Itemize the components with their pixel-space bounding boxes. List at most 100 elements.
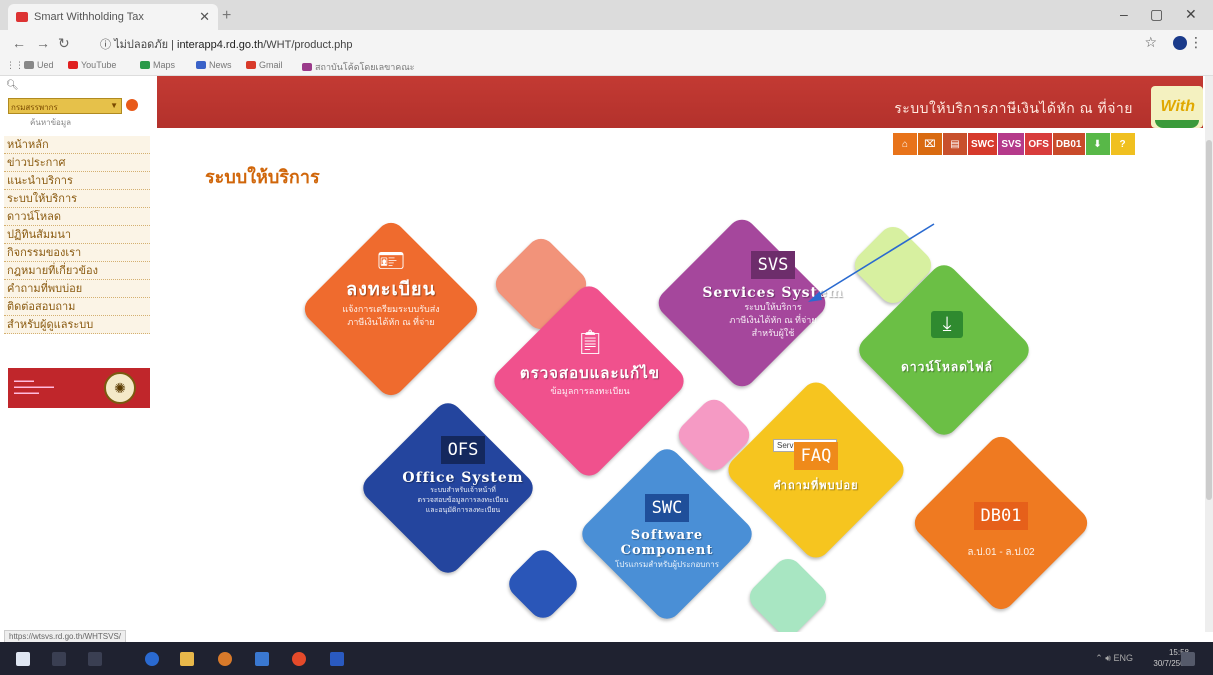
svs-sub1: ระบบให้บริการ bbox=[744, 302, 802, 312]
swc-tile[interactable]: SWC Software Component โปรแกรมสำหรับผู้ป… bbox=[583, 494, 751, 571]
svs-badge: SVS bbox=[750, 251, 796, 279]
maps-icon bbox=[140, 61, 150, 69]
card-icon[interactable]: ▤ bbox=[943, 133, 967, 155]
bookmark-item[interactable]: Ued bbox=[24, 60, 54, 70]
bookmark-item[interactable]: YouTube bbox=[68, 60, 116, 70]
bookmark-item[interactable]: Maps bbox=[140, 60, 175, 70]
site-title: ระบบให้บริการภาษีเงินได้หัก ณ ที่จ่าย bbox=[894, 100, 1133, 116]
file-explorer-icon[interactable] bbox=[180, 652, 194, 666]
search-icon[interactable] bbox=[52, 652, 66, 666]
agency-select[interactable]: กรมสรรพากร ▼ bbox=[8, 98, 122, 114]
edge-icon[interactable] bbox=[145, 652, 159, 666]
bookmark-icon bbox=[24, 61, 34, 69]
home-icon[interactable]: ⌂ bbox=[893, 133, 917, 155]
faq-icon[interactable]: ? bbox=[1110, 133, 1135, 155]
store-icon[interactable] bbox=[255, 652, 269, 666]
sidebar-item-activities[interactable]: กิจกรรมของเรา bbox=[4, 244, 150, 262]
news-icon bbox=[196, 61, 206, 69]
ofs-badge: OFS bbox=[440, 436, 486, 464]
scrollbar-thumb[interactable] bbox=[1206, 140, 1212, 500]
register-tile[interactable]: 🪪︎ ลงทะเบียน แจ้งการเตรียมระบบรับส่ง ภาษ… bbox=[328, 248, 454, 329]
swc-sub1: โปรแกรมสำหรับผู้ประกอบการ bbox=[615, 560, 719, 569]
bookmark-item[interactable]: Gmail bbox=[246, 60, 283, 70]
url-field[interactable]: ⓘ ไม่ปลอดภัย | interapp4.rd.go.th/WHT/pr… bbox=[100, 35, 353, 53]
download-tile[interactable]: ⤓ ดาวน์โหลดไฟล์ bbox=[892, 311, 1002, 377]
svs-title: Services System bbox=[702, 285, 844, 301]
swc-badge: SWC bbox=[644, 494, 690, 522]
back-icon[interactable]: ← bbox=[12, 35, 26, 51]
verify-sub1: ข้อมูลการลงทะเบียน bbox=[550, 386, 630, 396]
minimize-icon[interactable]: – bbox=[1120, 6, 1128, 22]
windows-start-icon[interactable] bbox=[16, 652, 30, 666]
sidebar-item-admin[interactable]: สำหรับผู้ดูแลระบบ bbox=[4, 316, 150, 334]
sidebar-item-service-system[interactable]: ระบบให้บริการ bbox=[4, 190, 150, 208]
register-icon[interactable]: ⌧ bbox=[918, 133, 942, 155]
sidebar-item-faq[interactable]: คำถามที่พบบ่อย bbox=[4, 280, 150, 298]
new-tab-button[interactable]: + bbox=[222, 7, 231, 25]
chrome-icon[interactable] bbox=[292, 652, 306, 666]
system-tray[interactable]: ⌃ 🔊︎ ENG bbox=[1095, 653, 1133, 664]
bookmark-label: Gmail bbox=[259, 60, 283, 70]
sidebar-item-seminar-calendar[interactable]: ปฏิทินสัมมนา bbox=[4, 226, 150, 244]
reload-icon[interactable]: ↻ bbox=[58, 35, 70, 52]
sidebar-item-services-intro[interactable]: แนะนำบริการ bbox=[4, 172, 150, 190]
profile-avatar[interactable] bbox=[1173, 36, 1187, 50]
revenue-department-seal-icon: ✺ bbox=[104, 372, 136, 404]
sidebar-item-download[interactable]: ดาวน์โหลด bbox=[4, 208, 150, 226]
register-sub1: แจ้งการเตรียมระบบรับส่ง bbox=[342, 304, 440, 314]
task-view-icon[interactable] bbox=[88, 652, 102, 666]
ofs-sub1: ระบบสำหรับเจ้าหน้าที่ bbox=[430, 487, 496, 494]
close-tab-icon[interactable]: ✕ bbox=[199, 9, 210, 25]
download-icon[interactable]: ⬇ bbox=[1085, 133, 1110, 155]
app-icon[interactable] bbox=[330, 652, 344, 666]
register-sub2: ภาษีเงินได้หัก ณ ที่จ่าย bbox=[347, 317, 435, 327]
sidebar-item-laws[interactable]: กฎหมายที่เกี่ยวข้อง bbox=[4, 262, 150, 280]
forward-icon[interactable]: → bbox=[36, 35, 50, 51]
ofs-tile[interactable]: OFS Office System ระบบสำหรับเจ้าหน้าที่ … bbox=[388, 436, 538, 516]
bookmarks-bar: ⋮⋮⋮ Ued YouTube Maps News Gmail สถาบันโค… bbox=[0, 56, 1213, 76]
checklist-icon: 📋︎ bbox=[574, 329, 606, 356]
bookmark-item[interactable]: สถาบันโค้ดโดยเลขาคณะ bbox=[302, 60, 415, 74]
sidebar-item-home[interactable]: หน้าหลัก bbox=[4, 136, 150, 154]
youtube-icon bbox=[68, 61, 78, 69]
db01-button[interactable]: DB01 bbox=[1052, 133, 1085, 155]
input-language: ENG bbox=[1113, 653, 1133, 663]
browser-tab[interactable]: Smart Withholding Tax ✕ bbox=[8, 4, 218, 30]
rd-banner[interactable]: ▬▬▬▬ ▬▬▬▬▬▬▬▬ ▬▬▬▬▬ ✺ bbox=[8, 368, 150, 408]
address-bar: ← → ↻ ⓘ ไม่ปลอดภัย | interapp4.rd.go.th/… bbox=[0, 30, 1213, 56]
svs-button[interactable]: SVS bbox=[998, 133, 1025, 155]
svs-sub3: สำหรับผู้ใช้ bbox=[751, 328, 795, 338]
ofs-button[interactable]: OFS bbox=[1025, 133, 1052, 155]
verify-tile[interactable]: 📋︎ ตรวจสอบและแก้ไข ข้อมูลการลงทะเบียน bbox=[510, 328, 670, 398]
db01-tile[interactable]: DB01 ล.ป.01 - ล.ป.02 bbox=[956, 502, 1046, 559]
faq-tile[interactable]: FAQ คำถามที่พบบ่อย bbox=[770, 442, 862, 494]
sidebar-menu: หน้าหลัก ข่าวประกาศ แนะนำบริการ ระบบให้บ… bbox=[4, 136, 150, 334]
windows-taskbar: ⌃ 🔊︎ ENG 15:58 30/7/2563 bbox=[0, 642, 1213, 675]
browser-menu-icon[interactable]: ⋮ bbox=[1189, 34, 1203, 51]
swc-button[interactable]: SWC bbox=[968, 133, 998, 155]
search-icon[interactable]: 🔍︎ bbox=[6, 80, 19, 91]
sidebar-item-news[interactable]: ข่าวประกาศ bbox=[4, 154, 150, 172]
decor-diamond bbox=[503, 544, 583, 624]
close-window-icon[interactable]: ✕ bbox=[1185, 6, 1197, 23]
agency-select-value: กรมสรรพากร bbox=[11, 103, 58, 112]
notifications-icon[interactable] bbox=[1181, 652, 1195, 666]
gmail-icon bbox=[246, 61, 256, 69]
site-favicon-icon bbox=[16, 12, 28, 22]
swc-title: Software Component bbox=[620, 528, 714, 558]
maximize-icon[interactable]: ▢ bbox=[1150, 6, 1163, 23]
url-security-label: ไม่ปลอดภัย bbox=[114, 39, 169, 51]
svs-tile[interactable]: SVS Services System ระบบให้บริการ ภาษีเง… bbox=[700, 251, 846, 340]
sidebar-item-contact[interactable]: ติดต่อสอบถาม bbox=[4, 298, 150, 316]
info-icon[interactable]: ⓘ bbox=[100, 39, 111, 51]
go-button[interactable] bbox=[126, 99, 138, 111]
bookmark-label: YouTube bbox=[81, 60, 117, 70]
faq-badge: FAQ bbox=[793, 442, 839, 470]
app-icon[interactable] bbox=[218, 652, 232, 666]
db01-title: ล.ป.01 - ล.ป.02 bbox=[967, 547, 1035, 558]
search-link[interactable]: ค้นหาข้อมูล bbox=[30, 116, 71, 129]
url-path: /WHT/product.php bbox=[263, 39, 353, 51]
id-card-icon: 🪪︎ bbox=[377, 248, 405, 273]
bookmark-item[interactable]: News bbox=[196, 60, 232, 70]
bookmark-star-icon[interactable]: ☆ bbox=[1144, 34, 1157, 51]
